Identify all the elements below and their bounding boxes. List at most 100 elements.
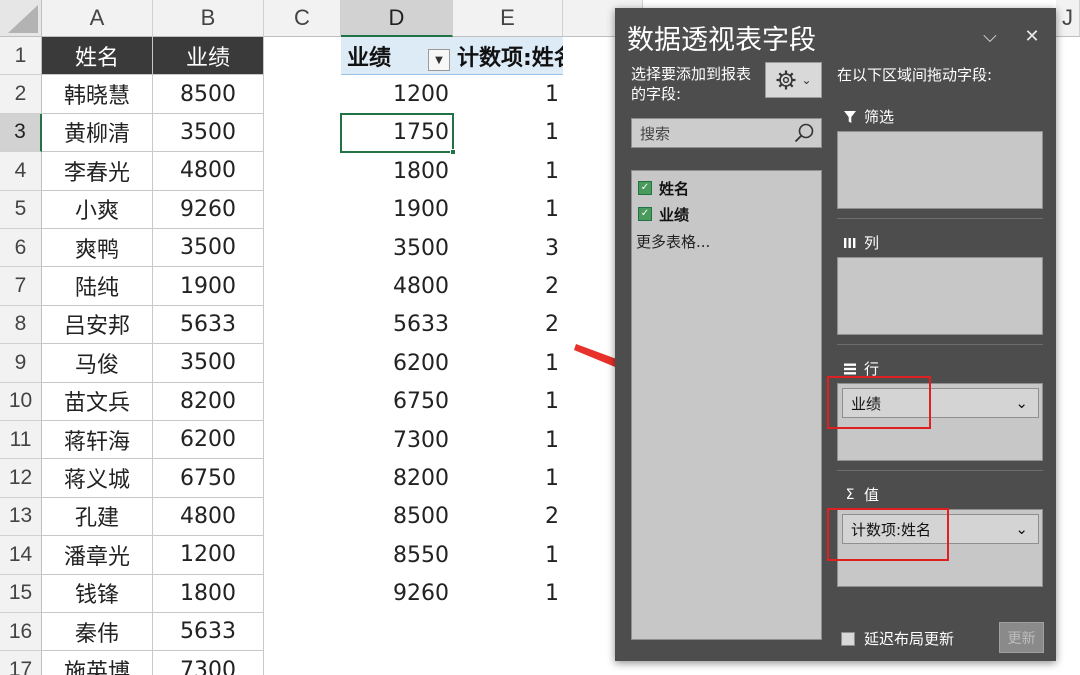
row-header[interactable]: 4: [0, 152, 42, 191]
defer-layout-update[interactable]: 延迟布局更新: [841, 628, 954, 649]
column-header-d[interactable]: D: [341, 0, 453, 37]
source-table-cell[interactable]: 马俊: [42, 344, 153, 383]
filter-dropdown-icon[interactable]: ▼: [428, 49, 450, 71]
source-table-cell[interactable]: 1200: [153, 536, 264, 575]
pivot-row-value-cell[interactable]: 8500: [341, 498, 453, 536]
pivot-count-cell[interactable]: 1: [453, 114, 563, 152]
chevron-down-icon[interactable]: ⌄: [1015, 520, 1028, 538]
pivot-count-cell[interactable]: 1: [453, 191, 563, 229]
pivot-count-cell[interactable]: 2: [453, 306, 563, 344]
source-table-cell[interactable]: 施英博: [42, 651, 153, 675]
pivot-count-cell[interactable]: 1: [453, 421, 563, 459]
source-table-cell[interactable]: 4800: [153, 152, 264, 191]
column-header-a[interactable]: A: [42, 0, 153, 37]
column-header-e[interactable]: E: [453, 0, 563, 37]
row-header[interactable]: 8: [0, 305, 42, 345]
source-table-cell[interactable]: 1800: [153, 574, 264, 613]
source-table-cell[interactable]: 李春光: [42, 152, 153, 191]
source-table-cell[interactable]: 孔建: [42, 497, 153, 537]
source-table-cell[interactable]: 1900: [153, 267, 264, 306]
field-search-input[interactable]: 搜索: [631, 118, 822, 148]
source-header-cell[interactable]: 业绩: [153, 37, 264, 76]
row-header[interactable]: 10: [0, 382, 42, 421]
select-all-corner[interactable]: [0, 0, 42, 37]
pivot-count-cell[interactable]: 2: [453, 267, 563, 305]
source-table-cell[interactable]: 3500: [153, 229, 264, 268]
values-drop-zone[interactable]: 计数项:姓名 ⌄: [837, 509, 1043, 587]
pivot-row-value-cell[interactable]: 7300: [341, 421, 453, 459]
checkbox-checked-icon[interactable]: ✓: [638, 181, 652, 195]
source-table-cell[interactable]: 小爽: [42, 190, 153, 229]
row-header[interactable]: 17: [0, 651, 42, 675]
source-table-cell[interactable]: 3500: [153, 344, 264, 383]
chevron-down-icon[interactable]: ⌄: [1015, 394, 1028, 412]
checkbox-checked-icon[interactable]: ✓: [638, 207, 652, 221]
pivot-value-header[interactable]: 计数项:姓名: [453, 37, 563, 76]
rows-field-performance[interactable]: 业绩 ⌄: [842, 388, 1039, 418]
row-header[interactable]: 6: [0, 229, 42, 268]
source-table-cell[interactable]: 吕安邦: [42, 305, 153, 345]
pivot-row-value-cell[interactable]: 9260: [341, 575, 453, 613]
row-header[interactable]: 13: [0, 497, 42, 537]
source-table-cell[interactable]: 8200: [153, 382, 264, 421]
search-icon[interactable]: [793, 122, 815, 144]
row-header[interactable]: 1: [0, 37, 42, 76]
pivot-count-cell[interactable]: 1: [453, 459, 563, 497]
row-header[interactable]: 12: [0, 459, 42, 498]
pivot-row-value-cell[interactable]: 6200: [341, 344, 453, 382]
row-header[interactable]: 16: [0, 613, 42, 652]
values-field-count-name[interactable]: 计数项:姓名 ⌄: [842, 514, 1039, 544]
source-table-cell[interactable]: 秦伟: [42, 613, 153, 652]
pivot-count-cell[interactable]: 1: [453, 575, 563, 613]
source-table-cell[interactable]: 蒋义城: [42, 459, 153, 498]
source-table-cell[interactable]: 5633: [153, 613, 264, 652]
row-header[interactable]: 9: [0, 344, 42, 383]
pivot-count-cell[interactable]: 3: [453, 229, 563, 267]
pivot-count-cell[interactable]: 1: [453, 383, 563, 421]
pivot-row-value-cell[interactable]: 1200: [341, 75, 453, 113]
pivot-row-value-cell[interactable]: 8200: [341, 459, 453, 497]
source-table-cell[interactable]: 5633: [153, 305, 264, 345]
pivot-row-value-cell[interactable]: 5633: [341, 306, 453, 344]
row-header[interactable]: 2: [0, 75, 42, 114]
source-table-cell[interactable]: 7300: [153, 651, 264, 675]
pivot-count-cell[interactable]: 1: [453, 75, 563, 113]
field-item-performance[interactable]: ✓ 业绩: [638, 203, 689, 225]
source-table-cell[interactable]: 爽鸭: [42, 229, 153, 268]
source-table-cell[interactable]: 6200: [153, 421, 264, 460]
more-tables-link[interactable]: 更多表格...: [636, 231, 710, 252]
pivot-row-value-cell[interactable]: 8550: [341, 536, 453, 574]
rows-drop-zone[interactable]: 业绩 ⌄: [837, 383, 1043, 461]
checkbox-unchecked-icon[interactable]: [841, 631, 855, 646]
pivot-count-cell[interactable]: 1: [453, 344, 563, 382]
row-header[interactable]: 7: [0, 267, 42, 306]
source-table-cell[interactable]: 潘章光: [42, 536, 153, 575]
source-table-cell[interactable]: 苗文兵: [42, 382, 153, 421]
source-table-cell[interactable]: 6750: [153, 459, 264, 498]
source-table-cell[interactable]: 钱锋: [42, 574, 153, 613]
row-header[interactable]: 15: [0, 574, 42, 613]
pivot-row-value-cell[interactable]: 6750: [341, 383, 453, 421]
source-table-cell[interactable]: 9260: [153, 190, 264, 229]
pivot-row-value-cell[interactable]: 3500: [341, 229, 453, 267]
filters-drop-zone[interactable]: [837, 131, 1043, 209]
columns-drop-zone[interactable]: [837, 257, 1043, 335]
source-header-cell[interactable]: 姓名: [42, 37, 153, 76]
column-header-c[interactable]: C: [264, 0, 341, 37]
source-table-cell[interactable]: 4800: [153, 497, 264, 537]
pivot-row-value-cell[interactable]: 1750: [341, 114, 453, 152]
row-header[interactable]: 3: [0, 113, 42, 153]
row-header[interactable]: 14: [0, 536, 42, 575]
pivot-count-cell[interactable]: 1: [453, 536, 563, 574]
field-item-name[interactable]: ✓ 姓名: [638, 177, 689, 199]
source-table-cell[interactable]: 韩晓慧: [42, 75, 153, 114]
row-header[interactable]: 11: [0, 421, 42, 460]
source-table-cell[interactable]: 陆纯: [42, 267, 153, 306]
pivot-row-value-cell[interactable]: 1800: [341, 152, 453, 190]
tools-button[interactable]: ⌄: [765, 62, 822, 98]
pivot-count-cell[interactable]: 1: [453, 152, 563, 190]
panel-dropdown-icon[interactable]: ⌵: [978, 24, 1002, 48]
source-table-cell[interactable]: 蒋轩海: [42, 421, 153, 460]
pivot-count-cell[interactable]: 2: [453, 498, 563, 536]
pivot-row-value-cell[interactable]: 4800: [341, 267, 453, 305]
